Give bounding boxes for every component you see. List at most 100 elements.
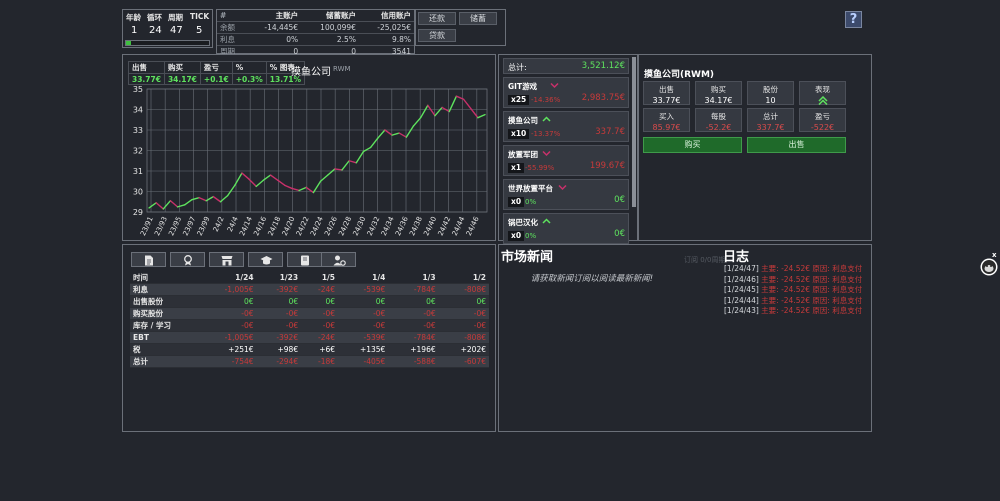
detail-pnl-cell: 盈亏 -522€ xyxy=(799,108,846,132)
x-tick-label: 24/46 xyxy=(465,215,481,237)
price-segment xyxy=(312,180,322,194)
savings-button[interactable]: 储蓄 xyxy=(459,12,497,25)
stock-amount: 2,983.75€ xyxy=(581,93,625,103)
detail-value: 85.97€ xyxy=(652,123,681,132)
price-segment xyxy=(184,198,193,206)
finance-col-header: 1/3 xyxy=(388,272,439,284)
price-segment xyxy=(477,113,486,119)
accounts-panel: # 主账户 储蓄账户 信用账户 余额 -14,445€ 100,099€ -25… xyxy=(216,9,415,58)
detail-performance-cell: 表现 xyxy=(799,81,846,106)
stock-item[interactable]: GIT游戏 x25 -14.36% 2,983.75€ xyxy=(503,77,629,108)
log-date: [1/24/46] xyxy=(724,274,759,284)
award-icon xyxy=(184,255,192,266)
tab-report[interactable] xyxy=(131,252,166,267)
stock-amount: 199.67€ xyxy=(589,161,625,171)
detail-value: 10 xyxy=(765,96,776,105)
accounts-header-row: # 主账户 储蓄账户 信用账户 xyxy=(217,10,414,22)
price-segment xyxy=(462,98,472,110)
price-chart: 2930313233343523/9123/9323/9523/9723/99 2… xyxy=(133,85,488,237)
detail-value: 33.77€ xyxy=(652,96,681,105)
price-segment xyxy=(212,195,222,203)
stock-percent: 0% xyxy=(525,198,537,206)
finance-cell: -607€ xyxy=(438,355,489,368)
book-icon xyxy=(301,255,309,266)
price-segment xyxy=(198,196,207,202)
price-segment xyxy=(284,184,293,190)
finance-panel: 时间 1/24 1/23 1/5 1/4 1/3 1/2 利息 -1,005€ -392€ -24… xyxy=(122,244,496,432)
chevron-down-icon xyxy=(558,184,567,191)
tick-header: TICK xyxy=(190,12,210,21)
price-segment xyxy=(191,196,200,201)
stock-list-scrollbar[interactable] xyxy=(632,57,636,207)
tab-user-settings[interactable] xyxy=(321,252,356,267)
buy-button[interactable]: 购买 xyxy=(643,137,742,153)
log-list: [1/24/47] 主要: -24.52€ 原因: 利息支付 [1/24/46] … xyxy=(724,264,862,317)
finance-cell: -392€ xyxy=(256,283,302,296)
detail-label: 总计 xyxy=(763,112,778,121)
log-message: 主要: -24.52€ 原因: 利息支付 xyxy=(761,274,863,284)
price-segment xyxy=(269,174,279,181)
stock-item[interactable]: 锅巴汉化 x0 0% 0€ xyxy=(503,213,629,244)
finance-cell: -0€ xyxy=(200,307,257,320)
monkey-icon[interactable] xyxy=(980,258,998,276)
finance-cell: -0€ xyxy=(388,307,439,320)
detail-bought-cell: 买入 85.97€ xyxy=(643,108,690,132)
x-tick-label: 24/4 xyxy=(226,215,240,233)
detail-value: -52.2€ xyxy=(705,123,732,132)
news-message: 请获取新闻订阅以阅读最新新闻! xyxy=(530,274,654,284)
finance-cell: -0€ xyxy=(388,319,439,332)
log-title: 日志 xyxy=(723,250,750,265)
price-segment xyxy=(148,202,157,209)
finance-cell: -18€ xyxy=(301,355,339,368)
tab-education[interactable] xyxy=(248,252,283,267)
finance-cell: -784€ xyxy=(388,331,439,344)
accounts-cell: 0% xyxy=(246,33,302,46)
finance-cell: +98€ xyxy=(256,343,302,356)
stock-quantity: x10 xyxy=(508,129,530,139)
finance-cell: 0€ xyxy=(301,295,339,308)
total-value: 3,521.12€ xyxy=(581,61,625,71)
loan-button[interactable]: 贷款 xyxy=(418,29,456,42)
stock-detail-panel: 摸鱼公司(RWM) 出售 33.77€ 购买 34.17€ 股份 10 表现 买入 85… xyxy=(638,54,872,241)
stock-item[interactable]: 摸鱼公司 x10 -13.37% 337.7€ xyxy=(503,111,629,142)
accounts-table: # 主账户 储蓄账户 信用账户 余额 -14,445€ 100,099€ -25… xyxy=(217,10,414,58)
stock-name: GIT游戏 xyxy=(508,82,538,91)
price-segment xyxy=(391,132,400,136)
accounts-cell: 100,099€ xyxy=(301,21,359,34)
log-entry: [1/24/44] 主要: -24.52€ 原因: 利息支付 xyxy=(724,296,862,307)
price-segment xyxy=(398,132,408,138)
finance-row-label: 税 xyxy=(130,343,201,356)
accounts-row-balance: 余额 -14,445€ 100,099€ -25,025€ xyxy=(217,21,414,34)
stock-item[interactable]: 放置军团 x1 -55.99% 199.67€ xyxy=(503,145,629,176)
detail-label: 盈亏 xyxy=(815,112,830,121)
tab-achievements[interactable] xyxy=(170,252,205,267)
finance-row-label: 总计 xyxy=(130,355,201,368)
chevron-down-icon xyxy=(550,82,559,89)
finance-row-label: 库存 / 学习 xyxy=(130,319,201,332)
price-segment xyxy=(405,125,415,138)
finance-row-label: 购买股份 xyxy=(130,307,201,320)
time-panel: 年龄 循环 周期 TICK 1 24 47 5 xyxy=(122,9,213,48)
finance-cell: -588€ xyxy=(388,355,439,368)
help-button[interactable]: ? xyxy=(845,11,862,28)
repay-button[interactable]: 还款 xyxy=(418,12,456,25)
tick-value: 5 xyxy=(196,25,203,36)
finance-cell: -24€ xyxy=(301,283,339,296)
sell-button[interactable]: 出售 xyxy=(747,137,846,153)
price-segment xyxy=(291,187,300,192)
finance-cell: +196€ xyxy=(388,343,439,356)
finance-col-header: 1/2 xyxy=(438,272,489,284)
cycle-value: 24 xyxy=(149,25,162,36)
y-tick-label: 33 xyxy=(133,126,143,135)
detail-total-cell: 总计 337.7€ xyxy=(747,108,794,132)
stock-item[interactable]: 世界放置平台 x0 0% 0€ xyxy=(503,179,629,210)
double-chevron-up-icon xyxy=(817,95,828,106)
log-date: [1/24/47] xyxy=(724,264,759,273)
graduation-cap-icon xyxy=(260,256,273,265)
tab-book[interactable] xyxy=(287,252,322,267)
tab-store[interactable] xyxy=(209,252,244,267)
finance-cell: -0€ xyxy=(256,319,302,332)
finance-cell: -0€ xyxy=(338,319,389,332)
finance-cell: +251€ xyxy=(200,343,257,356)
finance-row-label: 利息 xyxy=(130,283,201,296)
